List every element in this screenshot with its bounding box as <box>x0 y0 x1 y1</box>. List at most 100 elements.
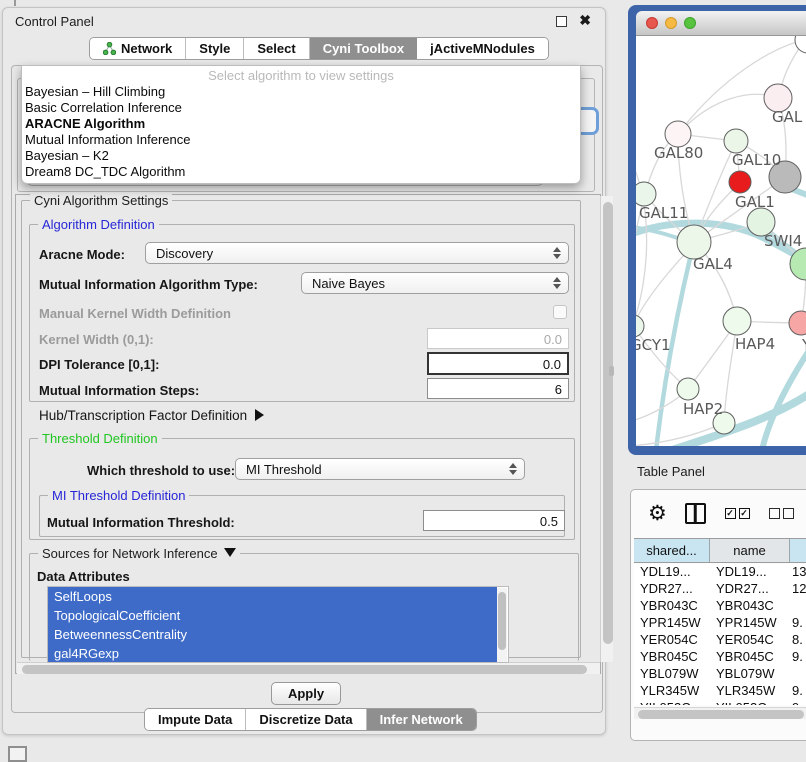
table-toolbar: ⚙ ✓✓ <box>631 490 806 537</box>
network-view-window: GALGAL80GAL10GAL1GAL11SWI4GAL4GCY1HAP4YH… <box>628 5 806 455</box>
mi-threshold-input[interactable]: 0.5 <box>423 510 565 531</box>
manual-kernel-checkbox[interactable] <box>553 305 567 319</box>
kernel-width-input[interactable]: 0.0 <box>427 328 569 349</box>
node-top-partial[interactable] <box>795 36 806 53</box>
attribute-item[interactable]: BetweennessCentrality <box>48 625 497 644</box>
node-gal1-red[interactable] <box>729 171 751 193</box>
node-hap2[interactable] <box>677 378 699 400</box>
column-header-clipped[interactable] <box>790 539 806 562</box>
aracne-mode-label: Aracne Mode: <box>39 247 125 262</box>
float-window-icon[interactable] <box>556 16 567 27</box>
table-row[interactable]: YBR043CYBR043C <box>634 598 806 615</box>
dpi-tolerance-input[interactable]: 0.0 <box>427 352 569 375</box>
node-gcy1-label: GCY1 <box>636 336 671 354</box>
node-hap4[interactable] <box>723 307 751 335</box>
zoom-traffic-light[interactable] <box>684 17 696 29</box>
table-cell: YDR27... <box>710 581 790 598</box>
tab-jactivemnodules[interactable]: jActiveMNodules <box>417 38 548 59</box>
close-traffic-light[interactable] <box>646 17 658 29</box>
table-row[interactable]: YPR145WYPR145W9. <box>634 615 806 632</box>
mi-type-value: Naive Bayes <box>312 276 385 291</box>
table-row[interactable]: YBL079WYBL079W <box>634 666 806 683</box>
node-gal1-red-label: GAL1 <box>735 193 775 211</box>
scrollbar-thumb[interactable] <box>22 665 587 674</box>
mi-type-combo[interactable]: Naive Bayes <box>301 272 569 294</box>
which-threshold-combo[interactable]: MI Threshold <box>235 458 525 480</box>
table-row[interactable]: YIL052CYIL052C9. <box>634 700 806 705</box>
node-gal11-label: GAL11 <box>639 204 688 222</box>
close-panel-icon[interactable]: ✖ <box>579 12 591 29</box>
network-canvas[interactable]: GALGAL80GAL10GAL1GAL11SWI4GAL4GCY1HAP4YH… <box>636 36 806 446</box>
stepper-arrows-icon <box>509 463 517 475</box>
mi-steps-label: Mutual Information Steps: <box>39 383 199 398</box>
algorithm-option[interactable]: Bayesian – K2 <box>22 148 580 164</box>
hub-factor-expander[interactable]: Hub/Transcription Factor Definition <box>39 408 264 423</box>
table-horizontal-scrollbar[interactable] <box>634 707 806 719</box>
tab-network[interactable]: Network <box>90 38 186 59</box>
scrollbar-thumb[interactable] <box>638 710 804 719</box>
attribute-item[interactable]: TopologicalCoefficient <box>48 606 497 625</box>
mi-threshold-label: Mutual Information Threshold: <box>47 515 235 530</box>
tab-style[interactable]: Style <box>186 38 244 59</box>
dock-panel-icon[interactable] <box>8 746 27 762</box>
node-hap4-label: HAP4 <box>735 335 775 353</box>
table-row[interactable]: YDL19...YDL19...13 <box>634 564 806 581</box>
control-panel-tab-bar: NetworkStyleSelect Cyni Toolbox jActiveMNo… <box>89 37 549 60</box>
column-header-shared...[interactable]: shared... <box>634 539 710 562</box>
bottom-tab-impute-data[interactable]: Impute Data <box>145 709 246 730</box>
bottom-tab-discretize-data[interactable]: Discretize Data <box>246 709 366 730</box>
algorithm-option[interactable]: Basic Correlation Inference <box>22 100 580 116</box>
algorithm-option[interactable]: Mutual Information Inference <box>22 132 580 148</box>
aracne-mode-combo[interactable]: Discovery <box>145 242 569 264</box>
algorithm-option[interactable]: Bayesian – Hill Climbing <box>22 84 580 100</box>
attribute-item[interactable]: SelfLoops <box>48 587 497 606</box>
gear-icon[interactable]: ⚙ <box>648 501 667 526</box>
attribute-item[interactable]: gal4RGexp <box>48 644 497 663</box>
tab-label: jActiveMNodules <box>430 41 535 56</box>
select-all-icon[interactable]: ✓✓ <box>725 508 750 519</box>
tab-cyni-toolbox[interactable]: Cyni Toolbox <box>310 38 417 59</box>
scrollbar-thumb[interactable] <box>498 592 506 650</box>
hub-factor-label: Hub/Transcription Factor Definition <box>39 408 247 423</box>
tab-label: Cyni Toolbox <box>323 41 404 56</box>
table-row[interactable]: YLR345WYLR345W9. <box>634 683 806 700</box>
table-cell: YER054C <box>634 632 710 649</box>
table-row[interactable]: YDR27...YDR27...12 <box>634 581 806 598</box>
unchecked-box-icon <box>783 508 794 519</box>
node-swi4-label: SWI4 <box>764 232 802 250</box>
table-cell: YDR27... <box>634 581 710 598</box>
tab-select[interactable]: Select <box>244 38 309 59</box>
node-gal11[interactable] <box>636 182 656 206</box>
algorithm-option[interactable]: ARACNE Algorithm <box>22 116 580 132</box>
mi-steps-input[interactable]: 6 <box>427 378 569 399</box>
apply-button[interactable]: Apply <box>271 682 341 705</box>
table-header-row: shared...name <box>634 539 806 563</box>
table-cell: 12 <box>790 581 806 598</box>
top-edge-tick <box>14 0 16 6</box>
sources-group-title[interactable]: Sources for Network Inference <box>38 546 240 561</box>
column-header-name[interactable]: name <box>710 539 790 562</box>
node-gal10[interactable] <box>724 129 748 153</box>
split-pane-handle[interactable] <box>609 366 614 376</box>
table-cell: YBL079W <box>634 666 710 683</box>
node-gcy1[interactable] <box>636 315 644 337</box>
table-cell <box>790 598 806 615</box>
node-gal4[interactable] <box>677 225 711 259</box>
table-row[interactable]: YBR045CYBR045C9. <box>634 649 806 666</box>
algorithm-option[interactable]: Dream8 DC_TDC Algorithm <box>22 164 580 180</box>
node-salmon[interactable] <box>789 311 806 335</box>
settings-vertical-scrollbar[interactable] <box>600 196 613 662</box>
popup-item-list: Bayesian – Hill ClimbingBasic Correlatio… <box>22 84 580 180</box>
scrollbar-thumb[interactable] <box>603 202 613 644</box>
network-window-titlebar[interactable] <box>636 11 806 36</box>
split-columns-icon[interactable] <box>685 503 706 524</box>
table-cell: 13 <box>790 564 806 581</box>
bottom-tab-infer-network[interactable]: Infer Network <box>367 709 476 730</box>
attributes-scrollbar[interactable] <box>497 588 507 663</box>
table-cell: YDL19... <box>634 564 710 581</box>
settings-horizontal-scrollbar[interactable] <box>17 662 600 674</box>
mi-type-label: Mutual Information Algorithm Type: <box>39 277 258 292</box>
table-row[interactable]: YER054CYER054C8. <box>634 632 806 649</box>
minimize-traffic-light[interactable] <box>665 17 677 29</box>
deselect-all-icon[interactable] <box>769 508 794 519</box>
